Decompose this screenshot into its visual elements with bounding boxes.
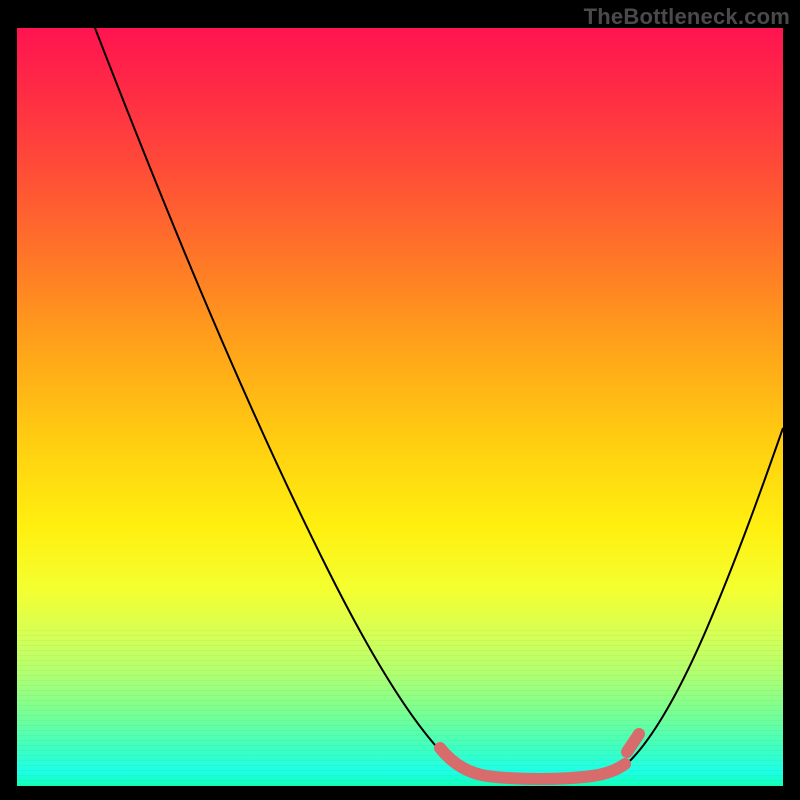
sweet-spot-highlight — [440, 734, 639, 779]
plot-area — [17, 28, 783, 786]
left-branch-line — [95, 28, 469, 772]
watermark-text: TheBottleneck.com — [584, 4, 790, 30]
curve-overlay — [17, 28, 783, 786]
chart-stage: TheBottleneck.com — [0, 0, 800, 800]
right-branch-line — [622, 428, 783, 768]
